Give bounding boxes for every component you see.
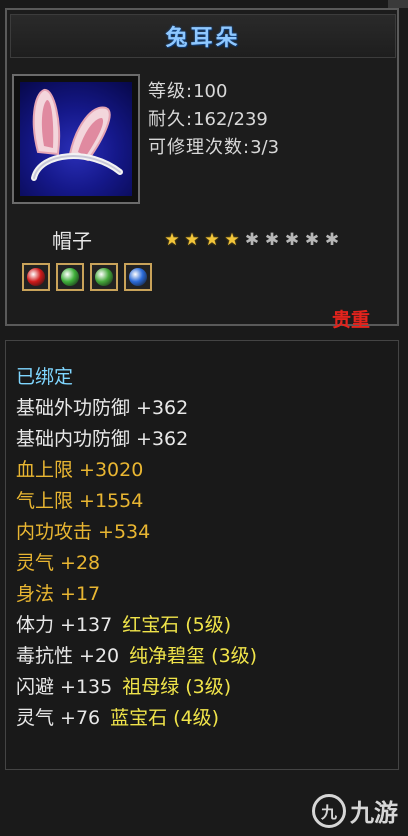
watermark-text: 九游 [350, 799, 398, 827]
item-name: 兔耳朵 [165, 26, 241, 51]
attribute-line: 血上限 +3020 [16, 455, 257, 486]
attribute-line: 身法 +17 [16, 579, 257, 610]
attribute-text: 内功攻击 +534 [16, 521, 151, 543]
attribute-text: 血上限 +3020 [16, 459, 144, 481]
attribute-text: 灵气 +76 [16, 707, 101, 729]
item-title-bar: 兔耳朵 [10, 14, 396, 58]
attribute-gem: 祖母绿 (3级) [122, 676, 232, 698]
attribute-text: 气上限 +1554 [16, 490, 144, 512]
star-filled-icon: ★ [184, 230, 200, 250]
attribute-text: 基础内功防御 +362 [16, 428, 189, 450]
attribute-line: 毒抗性 +20 纯净碧玺 (3级) [16, 641, 257, 672]
star-empty-icon: ✱ [304, 230, 320, 250]
bound-status: 已绑定 [16, 366, 74, 388]
attribute-gem: 蓝宝石 (4级) [110, 707, 220, 729]
attribute-line: 基础内功防御 +362 [16, 424, 257, 455]
gem-slot[interactable] [22, 263, 50, 291]
star-empty-icon: ✱ [324, 230, 340, 250]
star-empty-icon: ✱ [284, 230, 300, 250]
durability-value: 162/239 [193, 109, 268, 130]
attribute-gem: 红宝石 (5级) [122, 614, 232, 636]
green-gem-icon [61, 268, 79, 286]
repair-label: 可修理次数: [148, 137, 251, 158]
blue-gem-icon [129, 268, 147, 286]
gem-slot[interactable] [124, 263, 152, 291]
repair-value: 3/3 [250, 137, 280, 158]
red-gem-icon [27, 268, 45, 286]
durability-label: 耐久: [148, 109, 194, 130]
watermark: 九 九游 [312, 793, 398, 828]
item-tooltip: 兔耳朵 等级:100 耐久:162/239 可修理次数:3/3 帽子 ★ ★ ★ ★ ✱… [0, 0, 408, 836]
attribute-line: 基础外功防御 +362 [16, 393, 257, 424]
attribute-line: 灵气 +28 [16, 548, 257, 579]
bunny-ears-icon [20, 82, 132, 196]
attribute-text: 体力 +137 [16, 614, 113, 636]
level-label: 等级: [148, 81, 194, 102]
attribute-line: 灵气 +76 蓝宝石 (4级) [16, 703, 257, 734]
attribute-line: 内功攻击 +534 [16, 517, 257, 548]
item-stats: 等级:100 耐久:162/239 可修理次数:3/3 [148, 78, 279, 162]
attribute-text: 毒抗性 +20 [16, 645, 120, 667]
star-rating: ★ ★ ★ ★ ✱ ✱ ✱ ✱ ✱ [163, 230, 341, 250]
attribute-list: 已绑定 基础外功防御 +362 基础内功防御 +362 血上限 +3020 气上限 +… [16, 362, 257, 734]
watermark-logo-icon: 九 [312, 793, 346, 828]
durability-line: 耐久:162/239 [148, 106, 279, 134]
gem-slot[interactable] [56, 263, 84, 291]
attribute-text: 灵气 +28 [16, 552, 101, 574]
repair-line: 可修理次数:3/3 [148, 134, 279, 162]
attribute-line: 体力 +137 红宝石 (5级) [16, 610, 257, 641]
gem-slots [22, 263, 152, 291]
star-empty-icon: ✱ [264, 230, 280, 250]
item-type: 帽子 [52, 229, 92, 253]
attribute-line: 闪避 +135 祖母绿 (3级) [16, 672, 257, 703]
level-value: 100 [193, 81, 228, 102]
gem-slot[interactable] [90, 263, 118, 291]
green-gem-icon [95, 268, 113, 286]
attribute-gem: 纯净碧玺 (3级) [129, 645, 258, 667]
rarity-label: 贵重 [331, 309, 370, 331]
star-filled-icon: ★ [224, 230, 240, 250]
level-line: 等级:100 [148, 78, 279, 106]
star-filled-icon: ★ [164, 230, 180, 250]
corner-decoration [388, 0, 408, 8]
attribute-text: 闪避 +135 [16, 676, 113, 698]
star-empty-icon: ✱ [244, 230, 260, 250]
attribute-text: 基础外功防御 +362 [16, 397, 189, 419]
attribute-line: 气上限 +1554 [16, 486, 257, 517]
item-icon-frame[interactable] [12, 74, 140, 204]
star-filled-icon: ★ [204, 230, 220, 250]
attribute-text: 身法 +17 [16, 583, 101, 605]
